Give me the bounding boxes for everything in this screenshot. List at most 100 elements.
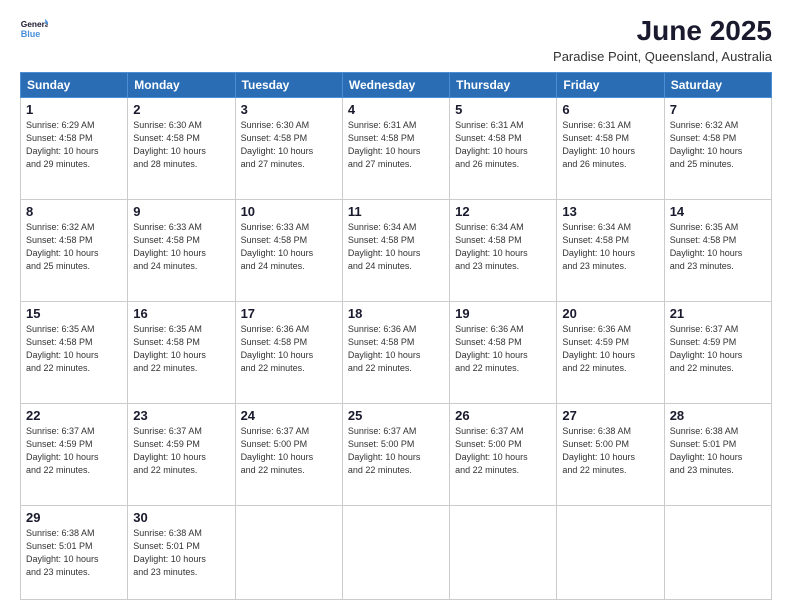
table-row: 23Sunrise: 6:37 AMSunset: 4:59 PMDayligh… [128, 403, 235, 505]
day-info: Sunrise: 6:36 AMSunset: 4:59 PMDaylight:… [562, 324, 635, 373]
day-number: 29 [26, 510, 122, 525]
day-number: 3 [241, 102, 337, 117]
table-row [235, 506, 342, 600]
calendar-week-row: 1 Sunrise: 6:29 AMSunset: 4:58 PMDaylight… [21, 97, 772, 199]
svg-text:General: General [21, 19, 48, 29]
day-info: Sunrise: 6:35 AMSunset: 4:58 PMDaylight:… [670, 222, 743, 271]
table-row: 16 Sunrise: 6:35 AMSunset: 4:58 PMDayligh… [128, 301, 235, 403]
day-info: Sunrise: 6:38 AMSunset: 5:01 PMDaylight:… [26, 528, 99, 577]
day-number: 25 [348, 408, 444, 423]
header-sunday: Sunday [21, 72, 128, 97]
calendar-header-row: Sunday Monday Tuesday Wednesday Thursday… [21, 72, 772, 97]
day-info: Sunrise: 6:34 AMSunset: 4:58 PMDaylight:… [455, 222, 528, 271]
table-row: 22 Sunrise: 6:37 AMSunset: 4:59 PMDayligh… [21, 403, 128, 505]
table-row: 24 Sunrise: 6:37 AMSunset: 5:00 PMDayligh… [235, 403, 342, 505]
day-info: Sunrise: 6:37 AMSunset: 5:00 PMDaylight:… [348, 426, 421, 475]
svg-text:Blue: Blue [21, 29, 41, 39]
day-number: 21 [670, 306, 766, 321]
table-row: 25 Sunrise: 6:37 AMSunset: 5:00 PMDayligh… [342, 403, 449, 505]
table-row: 2Sunrise: 6:30 AMSunset: 4:58 PMDaylight… [128, 97, 235, 199]
day-info: Sunrise: 6:29 AMSunset: 4:58 PMDaylight:… [26, 120, 99, 169]
table-row: 12Sunrise: 6:34 AMSunset: 4:58 PMDayligh… [450, 199, 557, 301]
table-row: 9 Sunrise: 6:33 AMSunset: 4:58 PMDaylight… [128, 199, 235, 301]
table-row: 21 Sunrise: 6:37 AMSunset: 4:59 PMDayligh… [664, 301, 771, 403]
day-info: Sunrise: 6:38 AMSunset: 5:00 PMDaylight:… [562, 426, 635, 475]
table-row: 17 Sunrise: 6:36 AMSunset: 4:58 PMDayligh… [235, 301, 342, 403]
day-info: Sunrise: 6:35 AMSunset: 4:58 PMDaylight:… [133, 324, 206, 373]
day-info: Sunrise: 6:38 AMSunset: 5:01 PMDaylight:… [670, 426, 743, 475]
title-block: June 2025 Paradise Point, Queensland, Au… [553, 16, 772, 64]
table-row: 6Sunrise: 6:31 AMSunset: 4:58 PMDaylight… [557, 97, 664, 199]
header: General Blue June 2025 Paradise Point, Q… [20, 16, 772, 64]
day-number: 30 [133, 510, 229, 525]
table-row: 8Sunrise: 6:32 AMSunset: 4:58 PMDaylight… [21, 199, 128, 301]
logo-icon: General Blue [20, 16, 48, 44]
day-number: 14 [670, 204, 766, 219]
day-number: 16 [133, 306, 229, 321]
table-row [342, 506, 449, 600]
day-info: Sunrise: 6:36 AMSunset: 4:58 PMDaylight:… [241, 324, 314, 373]
table-row: 4Sunrise: 6:31 AMSunset: 4:58 PMDaylight… [342, 97, 449, 199]
table-row [664, 506, 771, 600]
table-row: 1 Sunrise: 6:29 AMSunset: 4:58 PMDaylight… [21, 97, 128, 199]
table-row: 5 Sunrise: 6:31 AMSunset: 4:58 PMDaylight… [450, 97, 557, 199]
day-number: 22 [26, 408, 122, 423]
table-row: 10Sunrise: 6:33 AMSunset: 4:58 PMDayligh… [235, 199, 342, 301]
day-info: Sunrise: 6:37 AMSunset: 4:59 PMDaylight:… [670, 324, 743, 373]
day-info: Sunrise: 6:32 AMSunset: 4:58 PMDaylight:… [670, 120, 743, 169]
table-row: 20Sunrise: 6:36 AMSunset: 4:59 PMDayligh… [557, 301, 664, 403]
day-info: Sunrise: 6:37 AMSunset: 4:59 PMDaylight:… [26, 426, 99, 475]
day-number: 10 [241, 204, 337, 219]
day-number: 7 [670, 102, 766, 117]
month-title: June 2025 [553, 16, 772, 47]
day-number: 27 [562, 408, 658, 423]
day-number: 26 [455, 408, 551, 423]
table-row: 11 Sunrise: 6:34 AMSunset: 4:58 PMDayligh… [342, 199, 449, 301]
table-row: 7 Sunrise: 6:32 AMSunset: 4:58 PMDaylight… [664, 97, 771, 199]
day-number: 17 [241, 306, 337, 321]
day-info: Sunrise: 6:37 AMSunset: 5:00 PMDaylight:… [241, 426, 314, 475]
day-info: Sunrise: 6:33 AMSunset: 4:58 PMDaylight:… [133, 222, 206, 271]
calendar-week-row: 8Sunrise: 6:32 AMSunset: 4:58 PMDaylight… [21, 199, 772, 301]
day-number: 2 [133, 102, 229, 117]
header-monday: Monday [128, 72, 235, 97]
table-row [450, 506, 557, 600]
header-wednesday: Wednesday [342, 72, 449, 97]
header-friday: Friday [557, 72, 664, 97]
table-row: 13 Sunrise: 6:34 AMSunset: 4:58 PMDayligh… [557, 199, 664, 301]
day-info: Sunrise: 6:37 AMSunset: 5:00 PMDaylight:… [455, 426, 528, 475]
location: Paradise Point, Queensland, Australia [553, 49, 772, 64]
table-row: 26 Sunrise: 6:37 AMSunset: 5:00 PMDayligh… [450, 403, 557, 505]
day-info: Sunrise: 6:34 AMSunset: 4:58 PMDaylight:… [562, 222, 635, 271]
day-number: 5 [455, 102, 551, 117]
day-number: 9 [133, 204, 229, 219]
table-row: 28 Sunrise: 6:38 AMSunset: 5:01 PMDayligh… [664, 403, 771, 505]
day-info: Sunrise: 6:36 AMSunset: 4:58 PMDaylight:… [348, 324, 421, 373]
logo: General Blue [20, 16, 48, 44]
table-row: 19Sunrise: 6:36 AMSunset: 4:58 PMDayligh… [450, 301, 557, 403]
day-info: Sunrise: 6:31 AMSunset: 4:58 PMDaylight:… [348, 120, 421, 169]
calendar-week-row: 22 Sunrise: 6:37 AMSunset: 4:59 PMDayligh… [21, 403, 772, 505]
day-number: 18 [348, 306, 444, 321]
header-thursday: Thursday [450, 72, 557, 97]
day-info: Sunrise: 6:38 AMSunset: 5:01 PMDaylight:… [133, 528, 206, 577]
day-info: Sunrise: 6:30 AMSunset: 4:58 PMDaylight:… [241, 120, 314, 169]
day-number: 24 [241, 408, 337, 423]
day-info: Sunrise: 6:34 AMSunset: 4:58 PMDaylight:… [348, 222, 421, 271]
day-number: 23 [133, 408, 229, 423]
header-saturday: Saturday [664, 72, 771, 97]
day-number: 13 [562, 204, 658, 219]
header-tuesday: Tuesday [235, 72, 342, 97]
day-info: Sunrise: 6:35 AMSunset: 4:58 PMDaylight:… [26, 324, 99, 373]
day-info: Sunrise: 6:36 AMSunset: 4:58 PMDaylight:… [455, 324, 528, 373]
table-row: 15Sunrise: 6:35 AMSunset: 4:58 PMDayligh… [21, 301, 128, 403]
day-number: 8 [26, 204, 122, 219]
day-info: Sunrise: 6:31 AMSunset: 4:58 PMDaylight:… [455, 120, 528, 169]
calendar-week-row: 15Sunrise: 6:35 AMSunset: 4:58 PMDayligh… [21, 301, 772, 403]
day-number: 11 [348, 204, 444, 219]
day-number: 28 [670, 408, 766, 423]
day-number: 1 [26, 102, 122, 117]
table-row: 14 Sunrise: 6:35 AMSunset: 4:58 PMDayligh… [664, 199, 771, 301]
table-row: 3 Sunrise: 6:30 AMSunset: 4:58 PMDaylight… [235, 97, 342, 199]
table-row: 30 Sunrise: 6:38 AMSunset: 5:01 PMDayligh… [128, 506, 235, 600]
